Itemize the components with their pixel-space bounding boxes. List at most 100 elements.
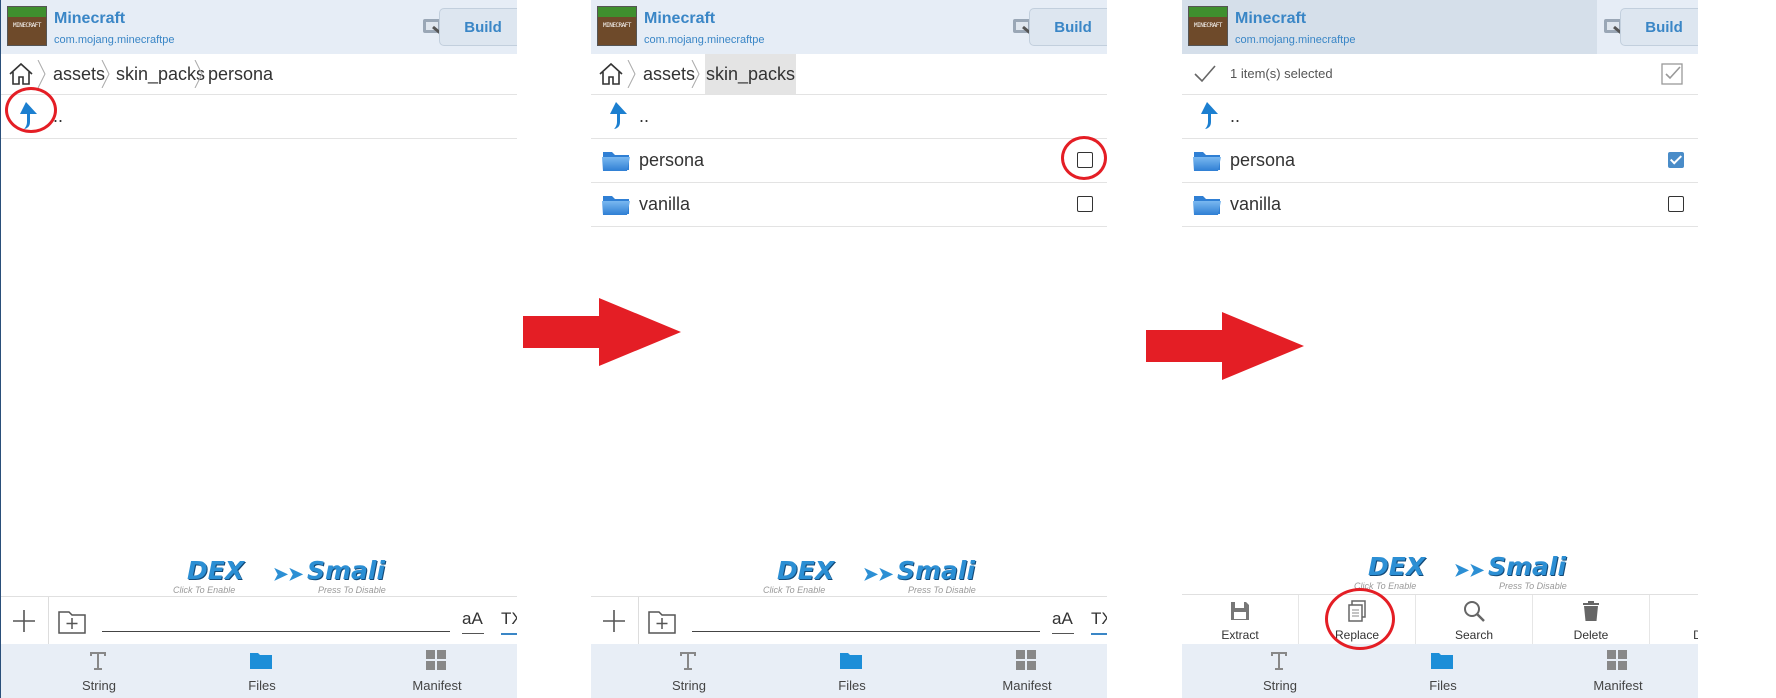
tab-files[interactable]: Files (1345, 644, 1541, 698)
dex-smali-toggle[interactable]: DEX ➤➤ Smali Click To Enable Press To Di… (1352, 552, 1612, 592)
new-folder-icon[interactable] (57, 607, 87, 635)
extract-button[interactable]: Extract (1182, 595, 1299, 645)
app-header: MINECRAFT Minecraft com.mojang.minecraft… (591, 0, 1107, 54)
chevron-right-icon (37, 60, 47, 88)
breadcrumb-persona[interactable]: persona (208, 54, 273, 94)
selection-bar: 1 item(s) selected (1182, 54, 1698, 95)
app-icon: MINECRAFT (1188, 6, 1228, 46)
folder-icon (1192, 146, 1222, 174)
grid-icon (1607, 650, 1627, 670)
build-button[interactable]: Build (1029, 8, 1107, 46)
bottom-nav: String Files Manifest (591, 644, 1107, 698)
double-arrow-icon: ➤➤ (863, 564, 894, 584)
action-label: Search (1454, 628, 1494, 642)
app-name: Minecraft (54, 10, 126, 27)
txt-underline (501, 633, 517, 635)
list-item-persona[interactable]: persona (591, 139, 1107, 183)
smali-hint: Press To Disable (318, 585, 386, 595)
case-underline (462, 633, 484, 634)
path-input[interactable] (692, 631, 1040, 632)
string-icon (680, 652, 696, 670)
breadcrumb-skin-packs[interactable]: skin_packs (115, 54, 206, 94)
home-icon[interactable] (597, 61, 625, 87)
select-checkbox[interactable] (1668, 152, 1684, 168)
folder-icon (840, 653, 862, 669)
txt-toggle[interactable]: TXT (501, 609, 517, 629)
tab-manifest[interactable]: Manifest (1520, 644, 1698, 698)
highlight-circle (1325, 588, 1395, 650)
breadcrumb-assets[interactable]: assets (53, 54, 105, 94)
string-icon (1271, 652, 1287, 670)
selection-count: 1 item(s) selected (1230, 66, 1333, 81)
list-item-label: .. (1230, 106, 1241, 126)
app-name: Minecraft (644, 10, 716, 27)
select-all-icon[interactable] (1660, 62, 1684, 86)
folder-icon (1192, 190, 1222, 218)
dex-label: DEX (187, 556, 245, 585)
list-item-parent[interactable]: .. (591, 95, 1107, 139)
double-arrow-icon: ➤➤ (1454, 560, 1485, 580)
build-button[interactable]: Build (1620, 8, 1698, 46)
tab-files[interactable]: Files (754, 644, 950, 698)
home-icon[interactable] (7, 61, 35, 87)
dex-smali-toggle[interactable]: DEX ➤➤ Smali Click To Enable Press To Di… (761, 556, 1021, 596)
app-icon: MINECRAFT (7, 6, 47, 46)
divider (48, 597, 49, 645)
trash-icon (1583, 601, 1599, 621)
case-toggle[interactable]: aA (462, 609, 483, 629)
list-item-persona[interactable]: persona (1182, 139, 1698, 183)
chevron-right-icon (691, 60, 701, 88)
path-input[interactable] (102, 631, 450, 632)
new-folder-icon[interactable] (647, 607, 677, 635)
search-button[interactable]: Search (1416, 595, 1533, 645)
list-item-label: .. (639, 106, 650, 126)
input-bar: aA TXT (591, 596, 1107, 645)
case-toggle[interactable]: aA (1052, 609, 1073, 629)
app-header: MINECRAFT Minecraft com.mojang.minecraft… (1, 0, 517, 54)
case-underline (1052, 633, 1074, 634)
breadcrumb-skin-packs[interactable]: skin_packs (705, 54, 797, 94)
dex-smali-toggle[interactable]: DEX ➤➤ Smali Click To Enable Press To Di… (171, 556, 431, 596)
save-icon (1231, 602, 1249, 620)
tab-manifest[interactable]: Manifest (929, 644, 1107, 698)
txt-toggle[interactable]: TXT (1091, 609, 1107, 629)
add-icon[interactable] (601, 608, 627, 634)
build-button[interactable]: Build (439, 8, 517, 46)
smali-hint: Press To Disable (1499, 581, 1567, 591)
dex-label: DEX (1368, 552, 1426, 581)
delete-button[interactable]: Delete (1533, 595, 1650, 645)
smali-label: Smali (1488, 552, 1567, 581)
txt-underline (1091, 633, 1107, 635)
tab-label: Files (838, 678, 866, 693)
list-item-label: persona (1230, 150, 1296, 170)
breadcrumb-assets[interactable]: assets (643, 54, 695, 94)
divider (638, 597, 639, 645)
list-item-vanilla[interactable]: vanilla (1182, 183, 1698, 227)
add-icon[interactable] (11, 608, 37, 634)
detail-button[interactable]: Detail (1650, 595, 1698, 645)
list-item-parent[interactable]: .. (1, 95, 517, 139)
app-header: MINECRAFT Minecraft com.mojang.minecraft… (1182, 0, 1698, 54)
folder-icon (250, 653, 272, 669)
select-checkbox[interactable] (1668, 196, 1684, 212)
tab-files[interactable]: Files (164, 644, 360, 698)
parent-folder-icon (603, 101, 629, 131)
app-package: com.mojang.minecraftpe (54, 34, 175, 46)
highlight-circle (1061, 136, 1107, 180)
tab-manifest[interactable]: Manifest (339, 644, 517, 698)
checkmark-icon[interactable] (1192, 62, 1218, 86)
highlight-circle (5, 87, 57, 133)
select-checkbox[interactable] (1077, 196, 1093, 212)
list-item-parent[interactable]: .. (1182, 95, 1698, 139)
bottom-nav: String Files Manifest (1, 644, 517, 698)
tab-label: Manifest (1002, 678, 1052, 693)
list-item-vanilla[interactable]: vanilla (591, 183, 1107, 227)
action-label: Detail (1693, 628, 1698, 642)
chevron-right-icon (101, 60, 111, 88)
action-bar: Extract Replace Search Delete Detail (1182, 594, 1698, 645)
app-icon: MINECRAFT (597, 6, 637, 46)
list-item-label: vanilla (639, 194, 691, 214)
folder-icon (1431, 653, 1453, 669)
folder-icon (601, 190, 631, 218)
dex-label: DEX (777, 556, 835, 585)
